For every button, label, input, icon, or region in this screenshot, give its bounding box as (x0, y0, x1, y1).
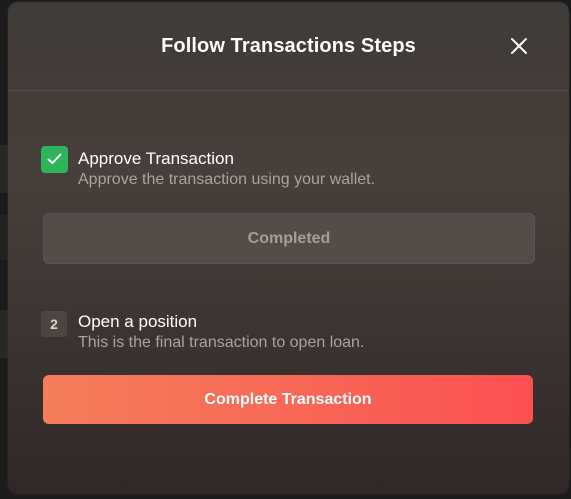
background-panel (0, 145, 8, 193)
close-icon (511, 38, 527, 54)
close-button[interactable] (506, 33, 532, 59)
step-complete-checkbox (41, 146, 68, 173)
step-number-badge: 2 (41, 311, 67, 337)
checkmark-icon (47, 153, 62, 164)
step-title: Open a position (78, 312, 198, 331)
background-panel (0, 310, 8, 358)
completed-button[interactable]: Completed (43, 213, 535, 264)
transaction-steps-modal: Follow Transactions Steps Approve Transa… (8, 2, 569, 494)
background-panel (0, 215, 8, 260)
step-description: This is the final transaction to open lo… (78, 334, 365, 351)
complete-transaction-button[interactable]: Complete Transaction (43, 375, 533, 424)
modal-title: Follow Transactions Steps (161, 35, 416, 57)
step-title: Approve Transaction (78, 149, 234, 168)
modal-header: Follow Transactions Steps (8, 2, 569, 91)
step-description: Approve the transaction using your walle… (78, 171, 376, 188)
